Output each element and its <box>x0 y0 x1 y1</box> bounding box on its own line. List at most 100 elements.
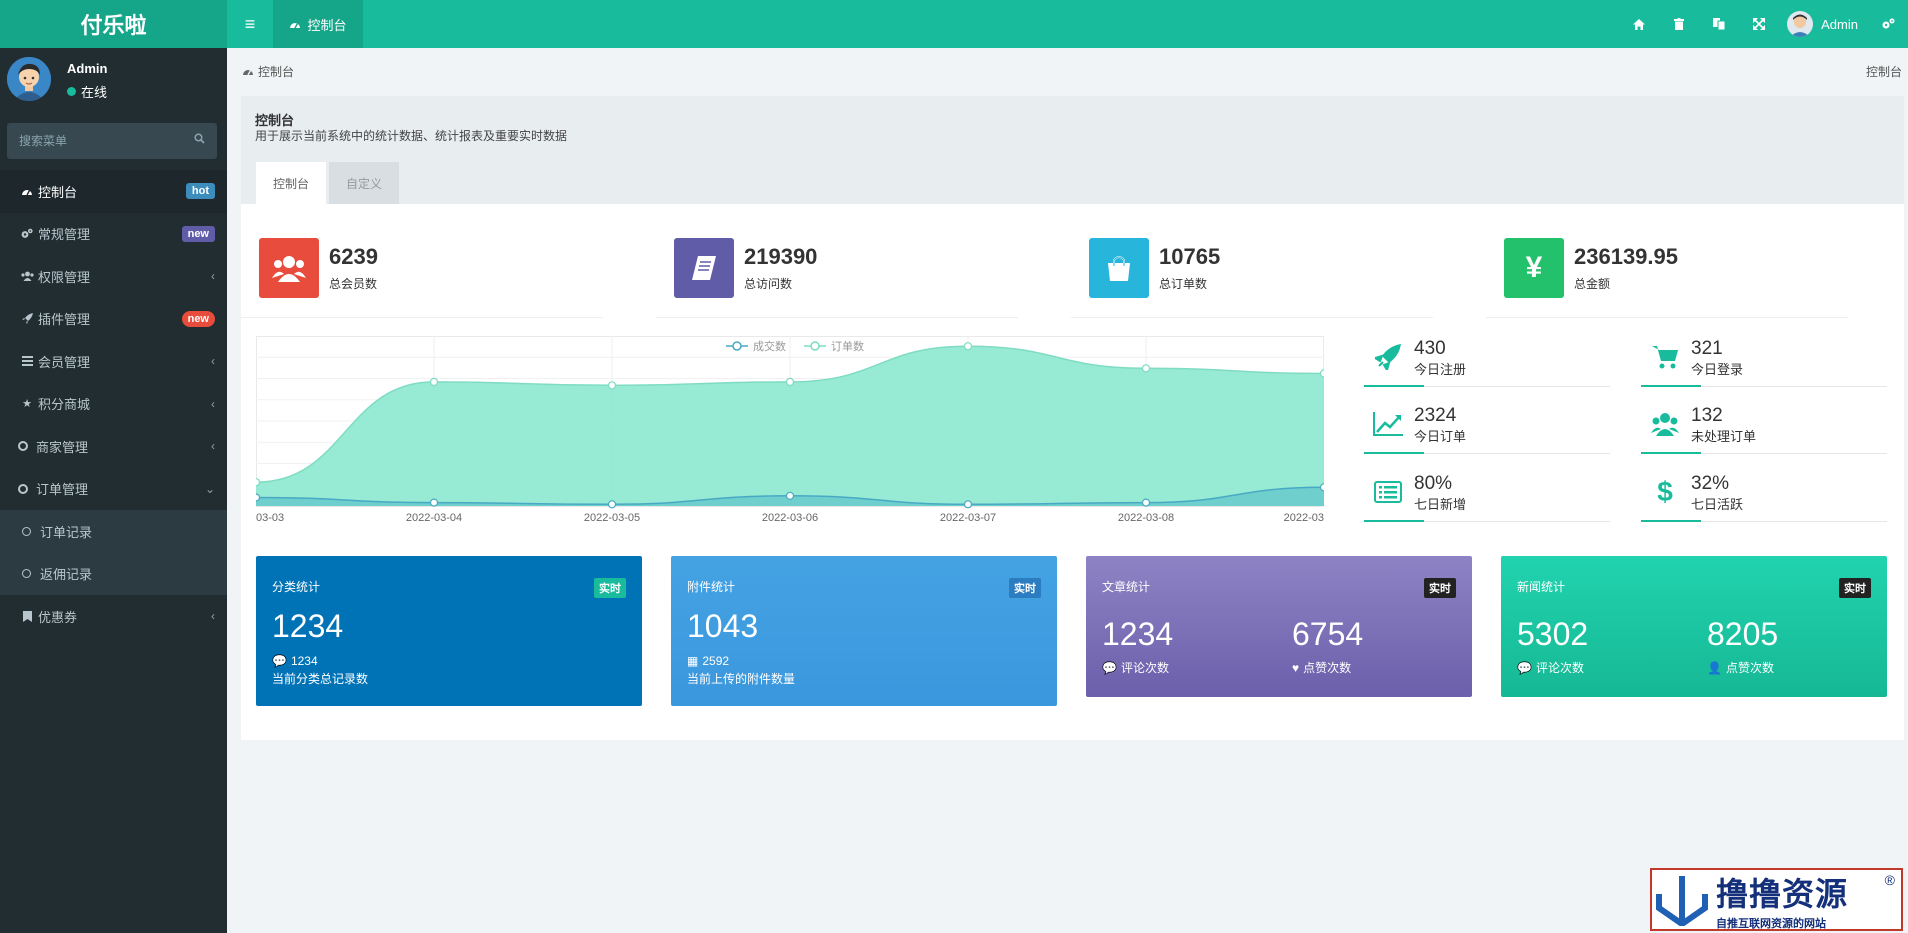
stat-label: 总订单数 <box>1159 277 1208 291</box>
legend-marker <box>732 341 742 351</box>
card-half-label: 评论次数 <box>1120 661 1169 675</box>
sidebar-item-order-records[interactable]: 订单记录 <box>0 510 227 553</box>
sidebar-item-orders[interactable]: 订单管理 ⌄ <box>0 468 227 511</box>
mini-stat-bar <box>1364 385 1424 387</box>
top-icons: Admin <box>1619 0 1908 48</box>
chart-svg: 03-03 2022-03-04 2022-03-05 2022-03-06 2022-… <box>251 336 1329 524</box>
cart-icon <box>1649 342 1681 372</box>
top-tab-dashboard[interactable]: 控制台 <box>273 0 363 48</box>
sidebar-item-label: 订单管理 <box>36 482 89 498</box>
card-sub-value: 1234 <box>290 654 318 668</box>
chart-point <box>429 498 439 507</box>
sidebar-item-label: 插件管理 <box>38 312 91 328</box>
watermark-text: 撸撸资源 自推互联网资源的网站 <box>1716 869 1848 931</box>
tab-dashboard[interactable]: 控制台 <box>256 162 326 204</box>
sidebar-item-plugins[interactable]: 插件管理 new <box>0 298 227 341</box>
card-value: 1234 <box>272 608 344 644</box>
tab-custom[interactable]: 自定义 <box>329 162 399 204</box>
star-icon: ★ <box>22 398 32 411</box>
card-half-label: 评论次数 <box>1535 661 1584 675</box>
card-value: 8205 <box>1707 616 1779 652</box>
panel-header: 控制台 用于展示当前系统中的统计数据、统计报表及重要实时数据 控制台 自定义 <box>241 96 1904 204</box>
sidebar-toggle-button[interactable]: ≡ <box>227 0 273 48</box>
mini-stat-value: 321 <box>1691 338 1723 359</box>
mini-stat-register: 430 今日注册 <box>1364 336 1610 387</box>
chart-point <box>963 342 973 351</box>
mini-stat-today-orders: 2324 今日订单 <box>1364 403 1610 454</box>
menu-search-input[interactable] <box>7 123 217 159</box>
card-sub-label: 当前上传的附件数量 <box>687 672 796 686</box>
card-category-stats: 分类统计 实时 1234 💬 1234 当前分类总记录数 <box>256 556 642 706</box>
list-icon <box>18 356 36 367</box>
attachment-icon: ▦ <box>687 654 699 668</box>
user-icon: 👤 <box>1707 660 1722 675</box>
sidebar-item-points-mall[interactable]: ★ 积分商城 ‹ <box>0 383 227 426</box>
mini-stat-label: 今日订单 <box>1414 429 1467 444</box>
breadcrumb-label[interactable]: 控制台 <box>258 63 294 80</box>
sidebar-item-merchants[interactable]: 商家管理 ‹ <box>0 425 227 468</box>
circle-icon <box>22 569 31 579</box>
stat-value: 219390 <box>744 244 818 269</box>
stat-visits: 219390 总访问数 <box>656 238 1018 318</box>
hot-badge: hot <box>185 183 215 200</box>
mini-stat-label: 七日活跃 <box>1691 497 1744 512</box>
watermark-logo-icon <box>1652 872 1712 927</box>
users-icon <box>1649 409 1681 439</box>
fullscreen-button[interactable] <box>1739 0 1779 48</box>
chart-point <box>1141 364 1151 373</box>
dashboard-icon <box>289 17 301 32</box>
card-sub-label: 当前分类总记录数 <box>272 672 369 686</box>
sidebar-item-coupons[interactable]: 优惠券 ‹ <box>0 595 227 638</box>
card-value: 6754 <box>1292 616 1364 652</box>
chart-point <box>1141 498 1151 507</box>
site-watermark: 撸撸资源 自推互联网资源的网站 ® <box>1650 868 1903 931</box>
mini-stat-bar <box>1641 520 1701 522</box>
sidebar-item-permissions[interactable]: 权限管理 ‹ <box>0 255 227 298</box>
online-status-label: 在线 <box>81 85 108 100</box>
mini-stat-bar <box>1364 452 1424 454</box>
sidebar-item-dashboard[interactable]: 控制台 hot <box>0 170 227 213</box>
chevron-down-icon: ⌄ <box>204 481 215 496</box>
sidebar-item-label: 权限管理 <box>38 269 91 285</box>
dashboard-panel: 控制台 用于展示当前系统中的统计数据、统计报表及重要实时数据 控制台 自定义 6… <box>241 96 1904 740</box>
clear-cache-button[interactable] <box>1659 0 1699 48</box>
mini-stat-label: 今日注册 <box>1414 362 1467 377</box>
watermark-title: 撸撸资源 <box>1716 874 1849 913</box>
chart-point <box>1319 369 1329 378</box>
sidebar-item-members[interactable]: 会员管理 ‹ <box>0 340 227 383</box>
sidebar-user-name: Admin <box>67 61 108 76</box>
card-value: 1043 <box>687 608 759 644</box>
card-sub: ▦ 2592 <box>687 654 729 668</box>
top-user-menu[interactable]: Admin <box>1779 11 1868 37</box>
card-title: 新闻统计 <box>1517 580 1566 594</box>
sidebar-item-rebate-records[interactable]: 返佣记录 <box>0 553 227 596</box>
home-button[interactable] <box>1619 0 1659 48</box>
chart-point <box>785 491 795 500</box>
online-dot-icon <box>67 87 76 96</box>
card-title: 附件统计 <box>687 580 736 594</box>
card-half-likes: 6754 ♥ 点赞次数 <box>1292 616 1363 676</box>
dashboard-icon <box>242 65 254 79</box>
new-badge: new <box>181 310 215 327</box>
stat-value: 6239 <box>329 244 378 269</box>
panel-tabs: 控制台 自定义 <box>256 162 399 204</box>
card-article-stats: 文章统计 实时 1234 💬 评论次数 6754 ♥ 点赞次数 <box>1086 556 1472 697</box>
card-title: 文章统计 <box>1102 580 1151 594</box>
sidebar-item-general[interactable]: 常规管理 new <box>0 213 227 256</box>
card-half-likes: 8205 👤 点赞次数 <box>1707 616 1778 676</box>
control-sidebar-button[interactable] <box>1868 0 1908 48</box>
expand-icon <box>1753 18 1766 30</box>
chart-x-tick-label: 2022-03 <box>1284 512 1324 524</box>
card-sub: 💬 1234 <box>272 654 318 668</box>
registered-mark: ® <box>1884 872 1895 888</box>
chart-point <box>429 377 439 387</box>
language-button[interactable] <box>1699 0 1739 48</box>
app-logo[interactable]: 付乐啦 <box>0 0 227 48</box>
stat-label: 总会员数 <box>329 277 378 291</box>
comment-icon: 💬 <box>272 654 287 668</box>
home-icon <box>1633 18 1646 30</box>
mini-stat-bar <box>1641 385 1701 387</box>
stat-label: 总访问数 <box>744 277 793 291</box>
card-half-label: 点赞次数 <box>1725 661 1774 675</box>
card-value: 1234 <box>1102 616 1174 652</box>
